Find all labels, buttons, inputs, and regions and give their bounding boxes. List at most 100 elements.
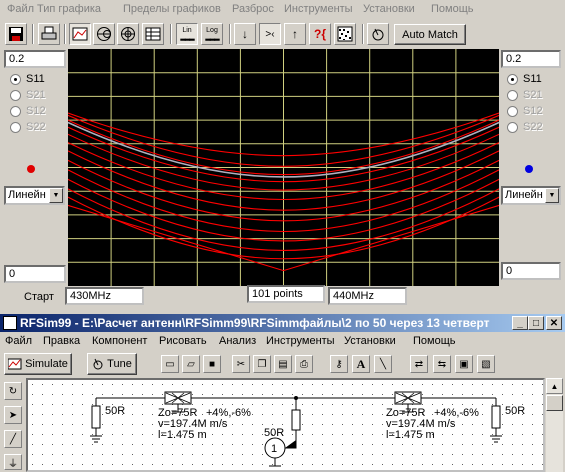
child-menu-edit[interactable]: Правка [43,335,80,347]
left-scale-select[interactable]: Линейн ▼ [4,186,65,205]
left-param-s22[interactable]: S22 [10,119,46,135]
line-tool-icon[interactable]: ╲ [374,355,392,373]
param-label: S22 [523,121,543,133]
left-trace-marker [27,165,35,173]
text-tool-icon[interactable]: A [352,355,370,373]
param-label: S12 [523,105,543,117]
ground-icon[interactable]: ⏚ [4,454,22,470]
param-label: S22 [26,121,46,133]
wire-icon[interactable]: ╱ [4,430,22,448]
child-title-bar: RFSim99 - E:\Расчет антенн\RFSimm99\RFSi… [0,314,565,332]
stop-frequency-field[interactable]: 440MHz [328,287,407,305]
close-icon[interactable]: ✕ [546,316,562,330]
left-param-s11[interactable]: S11 [10,71,45,87]
right-scale-select[interactable]: Линейн ▼ [501,186,561,205]
scroll-up-icon[interactable]: ▲ [546,378,563,394]
child-menu-settings[interactable]: Установки [344,335,396,347]
right-param-s11[interactable]: S11 [507,71,542,87]
simulate-button[interactable]: Simulate [4,353,72,375]
rotate-component-icon[interactable]: ↻ [4,382,22,400]
child-menu-tools[interactable]: Инструменты [266,335,335,347]
noise-icon[interactable] [334,23,356,45]
app-icon [3,316,17,330]
smith-chart-icon[interactable] [93,23,115,45]
radio-icon [507,73,518,85]
auto-match-button[interactable]: Auto Match [394,24,466,45]
start-label: Старт [24,291,54,303]
tools-icon-3[interactable]: ▧ [477,355,495,373]
zoom-in-icon[interactable]: >‹ [259,23,281,45]
linear-scale-label: Lin [182,27,192,34]
right-param-s22[interactable]: S22 [507,119,543,135]
menu-chart-limits[interactable]: Пределы графиков [123,3,221,15]
new-file-icon[interactable]: ▭ [161,355,179,373]
child-menu-help[interactable]: Помощь [413,335,456,347]
points-field[interactable]: 101 points [247,285,325,303]
tune-icon [93,358,103,370]
tune-knob-icon[interactable] [367,23,389,45]
component-icon[interactable]: ⚷ [330,355,348,373]
pointer-icon[interactable]: ➤ [4,406,22,424]
start-frequency-field[interactable]: 430MHz [65,287,144,305]
right-bottom-limit-field[interactable]: 0 [501,262,561,280]
toolbar: Lin ▂▂▂ Log ▂▂▂ ↓ >‹ ↑ ?{ Auto Match [0,20,565,48]
schematic-scrollbar[interactable]: ▲ [546,378,563,472]
left-bottom-limit-field[interactable]: 0 [4,265,66,283]
tools-icon-1[interactable]: ⇆ [433,355,451,373]
param-label: S12 [26,105,46,117]
child-menu-analysis[interactable]: Анализ [219,335,256,347]
right-param-s12[interactable]: S12 [507,103,543,119]
radio-icon [10,89,21,101]
select-value: Линейн [8,189,46,201]
menu-settings[interactable]: Установки [363,3,415,15]
left-param-s12[interactable]: S12 [10,103,46,119]
save-icon[interactable] [5,23,27,45]
left-top-limit-field[interactable]: 0.2 [4,50,66,68]
child-menu-file[interactable]: Файл [5,335,32,347]
radio-icon [10,73,21,85]
minimize-icon[interactable]: _ [512,316,528,330]
radio-icon [507,89,518,101]
linear-scale-button[interactable]: Lin ▂▂▂ [176,23,198,45]
help-cursor-icon[interactable]: ?{ [309,23,331,45]
child-menu-bar: Файл Правка Компонент Рисовать Анализ Ин… [0,332,565,351]
print-icon[interactable] [38,23,60,45]
paste-icon[interactable]: ▤ [274,355,292,373]
rect-chart-icon[interactable] [69,23,91,45]
schematic-canvas[interactable]: 50R 50R 50R 1 Zo=75R +4%,-6% v=197.4M m/… [26,378,545,472]
menu-file[interactable]: Файл [7,3,34,15]
table-icon[interactable] [142,23,164,45]
s-parameter-chart [68,49,499,286]
rotate-icon[interactable]: ⇄ [410,355,428,373]
tools-icon-2[interactable]: ▣ [455,355,473,373]
maximize-icon[interactable]: □ [528,316,544,330]
save-icon-2[interactable]: ■ [203,355,221,373]
menu-help[interactable]: Помощь [431,3,474,15]
menu-scatter[interactable]: Разброс [232,3,274,15]
menu-tools[interactable]: Инструменты [284,3,353,15]
arrow-up-icon[interactable]: ↑ [284,23,306,45]
menu-chart-type[interactable]: Тип графика [37,3,101,15]
radio-icon [507,121,518,133]
right-line-length: l=1.475 m [386,429,435,441]
right-param-s21[interactable]: S21 [507,87,543,103]
tune-button[interactable]: Tune [87,353,137,375]
radio-icon [10,105,21,117]
polar-chart-icon[interactable] [117,23,139,45]
arrow-down-icon[interactable]: ↓ [234,23,256,45]
child-menu-component[interactable]: Компонент [92,335,147,347]
right-top-limit-field[interactable]: 0.2 [501,50,561,68]
log-scale-button[interactable]: Log ▂▂▂ [201,23,223,45]
print-icon-2[interactable]: ⎙ [295,355,313,373]
left-param-s21[interactable]: S21 [10,87,46,103]
cut-icon[interactable]: ✂ [232,355,250,373]
select-value: Линейн [505,189,543,201]
port-number-label: 1 [271,443,277,455]
log-scale-label: Log [206,27,218,34]
source-resistor-label: 50R [264,427,284,439]
copy-icon[interactable]: ❐ [253,355,271,373]
simulate-icon [8,358,22,370]
child-menu-draw[interactable]: Рисовать [159,335,207,347]
open-folder-icon[interactable]: ▱ [182,355,200,373]
scroll-thumb[interactable] [546,395,563,411]
